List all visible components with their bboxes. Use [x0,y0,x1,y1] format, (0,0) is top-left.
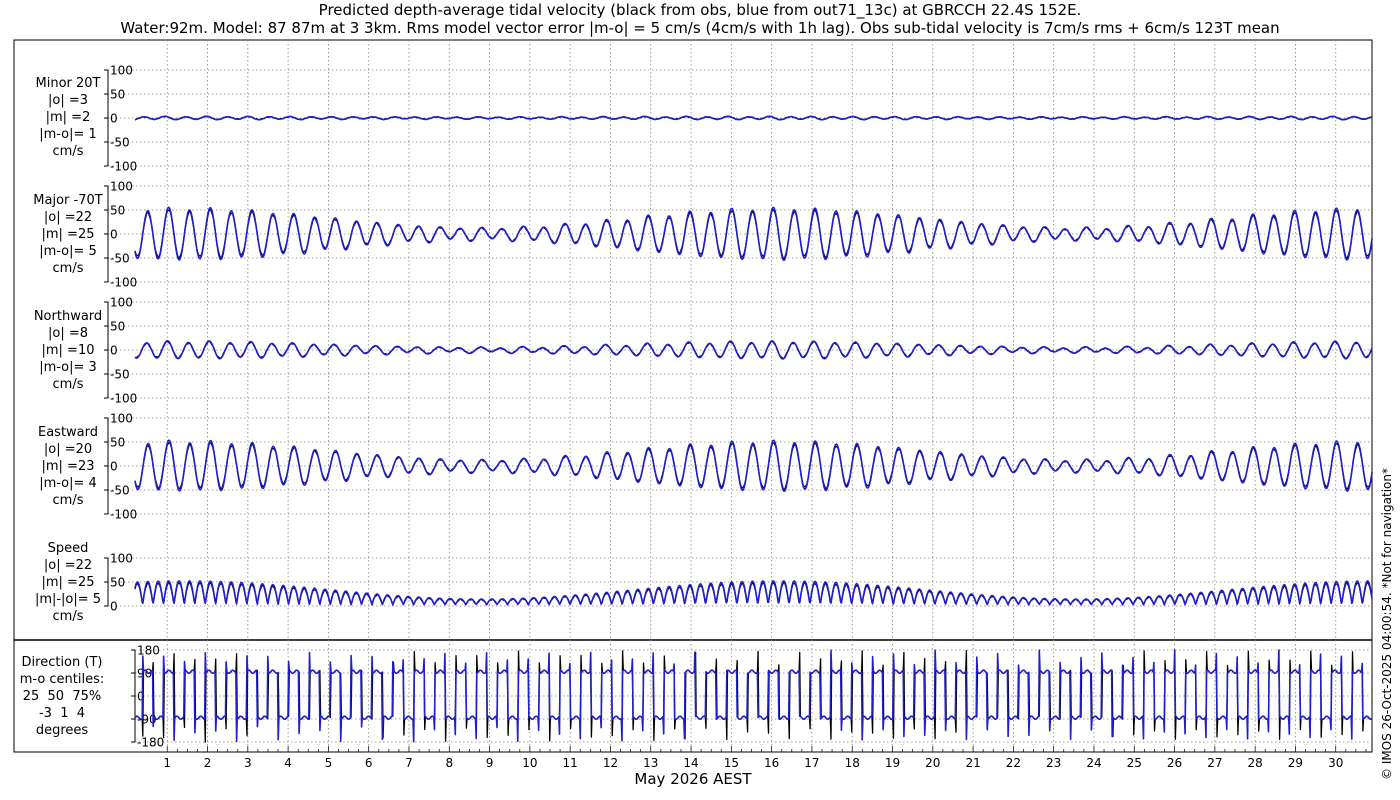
model-series-line [134,580,1373,606]
day-tick-label: 19 [885,756,900,770]
day-tick-label: 6 [365,756,373,770]
y-tick-label: 0 [110,228,118,242]
day-tick-label: 27 [1207,756,1222,770]
day-tick-label: 23 [1046,756,1061,770]
day-tick-label: 15 [724,756,739,770]
y-tick-label: -100 [110,276,137,290]
y-tick-label: -100 [110,392,137,406]
day-tick-label: 21 [965,756,980,770]
y-tick-label: 0 [110,344,118,358]
chart-frame [13,39,1373,753]
y-tick-label: 180 [137,644,160,658]
day-tick-label: 1 [163,756,171,770]
day-tick-label: 2 [204,756,212,770]
day-tick-label: 11 [563,756,578,770]
copyright-notice: © IMOS 26-Oct-2025 04:00:54. *Not for na… [1380,468,1394,780]
x-axis-label: May 2026 AEST [634,770,752,788]
y-tick-label: -50 [110,484,130,498]
y-tick-label: -180 [137,736,164,750]
y-tick-label: 100 [110,296,133,310]
day-tick-label: 3 [244,756,252,770]
y-tick-label: 50 [110,88,125,102]
y-tick-label: -50 [110,368,130,382]
y-tick-label: 50 [110,204,125,218]
tidal-velocity-chart: 1 2 3 4 5 6 7 8 9 10 11 12 13 14 15 16 17 18 19 20 21 22 23 24 2… [13,39,1373,788]
y-tick-label: 50 [110,576,125,590]
y-tick-label: -100 [110,160,137,174]
day-tick-label: 8 [445,756,453,770]
day-tick-label: 24 [1086,756,1101,770]
day-tick-label: 5 [325,756,333,770]
y-tick-label: 0 [110,600,118,614]
day-tick-label: 30 [1328,756,1343,770]
y-tick-label: 100 [110,180,133,194]
y-tick-label: 100 [110,552,133,566]
y-tick-label: 0 [110,460,118,474]
y-tick-label: -50 [110,136,130,150]
y-tick-label: 100 [110,412,133,426]
day-tick-label: 25 [1127,756,1142,770]
day-tick-label: 10 [522,756,537,770]
day-tick-label: 17 [804,756,819,770]
y-tick-label: 50 [110,436,125,450]
day-tick-label: 28 [1248,756,1263,770]
y-tick-label: 100 [110,64,133,78]
day-tick-label: 29 [1288,756,1303,770]
y-tick-label: -100 [110,508,137,522]
day-tick-label: 20 [925,756,940,770]
day-tick-label: 26 [1167,756,1182,770]
day-tick-label: 9 [486,756,494,770]
y-tick-label: -50 [110,252,130,266]
day-tick-label: 16 [764,756,779,770]
y-tick-label: 0 [110,112,118,126]
y-tick-label: 50 [110,320,125,334]
day-tick-label: 22 [1006,756,1021,770]
day-tick-label: 18 [845,756,860,770]
day-tick-label: 14 [683,756,698,770]
day-tick-label: 13 [643,756,658,770]
day-tick-label: 7 [405,756,413,770]
day-tick-label: 12 [603,756,618,770]
day-tick-label: 4 [284,756,292,770]
